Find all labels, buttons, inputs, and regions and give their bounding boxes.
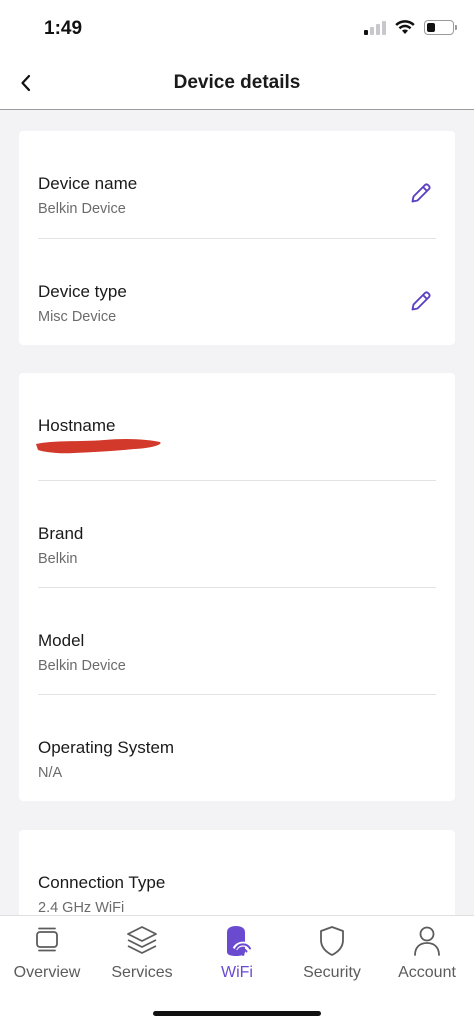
hostname-row: Hostname <box>36 373 436 480</box>
tab-services[interactable]: Services <box>95 916 189 996</box>
tab-wifi-label: WiFi <box>221 964 253 981</box>
connection-type-row: Connection Type 2.4 GHz WiFi <box>38 830 436 915</box>
shield-icon <box>320 926 344 956</box>
edit-device-name-button[interactable] <box>408 180 434 206</box>
model-label: Model <box>38 631 85 650</box>
cellular-signal-icon <box>364 20 386 35</box>
tab-overview[interactable]: Overview <box>0 916 94 996</box>
brand-label: Brand <box>38 524 84 543</box>
home-indicator[interactable] <box>153 1011 321 1016</box>
page-title: Device details <box>173 72 301 93</box>
tab-bar: Overview Services WiFi Security Account <box>0 915 474 1025</box>
tab-security[interactable]: Security <box>285 916 379 996</box>
wifi-icon <box>395 20 415 34</box>
tab-account-label: Account <box>398 964 456 981</box>
connection-type-label: Connection Type <box>38 873 166 892</box>
connection-type-value: 2.4 GHz WiFi <box>38 900 125 915</box>
device-info-card: Hostname Brand Belkin Model Belkin Devic… <box>19 373 455 801</box>
navigation-bar: Device details <box>0 58 474 110</box>
operating-system-row: Operating System N/A <box>38 694 436 801</box>
redaction-mark <box>36 438 161 454</box>
connection-card: Connection Type 2.4 GHz WiFi <box>19 830 455 915</box>
device-name-row: Device name Belkin Device <box>38 131 436 238</box>
tab-security-label: Security <box>303 964 361 981</box>
wifi-device-icon <box>227 926 253 956</box>
layers-icon <box>127 926 157 954</box>
device-type-row: Device type Misc Device <box>38 238 436 345</box>
status-time: 1:49 <box>44 18 83 39</box>
pencil-icon <box>411 183 431 203</box>
model-value: Belkin Device <box>38 658 126 674</box>
brand-value: Belkin <box>38 551 78 567</box>
operating-system-value: N/A <box>38 765 63 781</box>
pencil-icon <box>411 291 431 311</box>
model-row: Model Belkin Device <box>38 587 436 694</box>
brand-row: Brand Belkin <box>38 480 436 587</box>
status-bar: 1:49 <box>0 0 474 58</box>
battery-icon <box>424 20 457 35</box>
person-icon <box>414 926 440 956</box>
status-icons <box>364 20 457 35</box>
tab-services-label: Services <box>111 964 173 981</box>
overview-icon <box>36 927 58 952</box>
edit-device-type-button[interactable] <box>408 288 434 314</box>
device-name-label: Device name <box>38 174 138 193</box>
operating-system-label: Operating System <box>38 738 175 757</box>
device-type-label: Device type <box>38 282 127 301</box>
device-details-content[interactable]: Device name Belkin Device Device type Mi… <box>0 111 474 915</box>
device-type-value: Misc Device <box>38 309 117 325</box>
tab-account[interactable]: Account <box>380 916 474 996</box>
device-identity-card: Device name Belkin Device Device type Mi… <box>19 131 455 345</box>
tab-wifi[interactable]: WiFi <box>190 916 284 996</box>
hostname-label: Hostname <box>38 416 116 435</box>
tab-overview-label: Overview <box>13 964 81 981</box>
device-name-value: Belkin Device <box>38 201 126 217</box>
